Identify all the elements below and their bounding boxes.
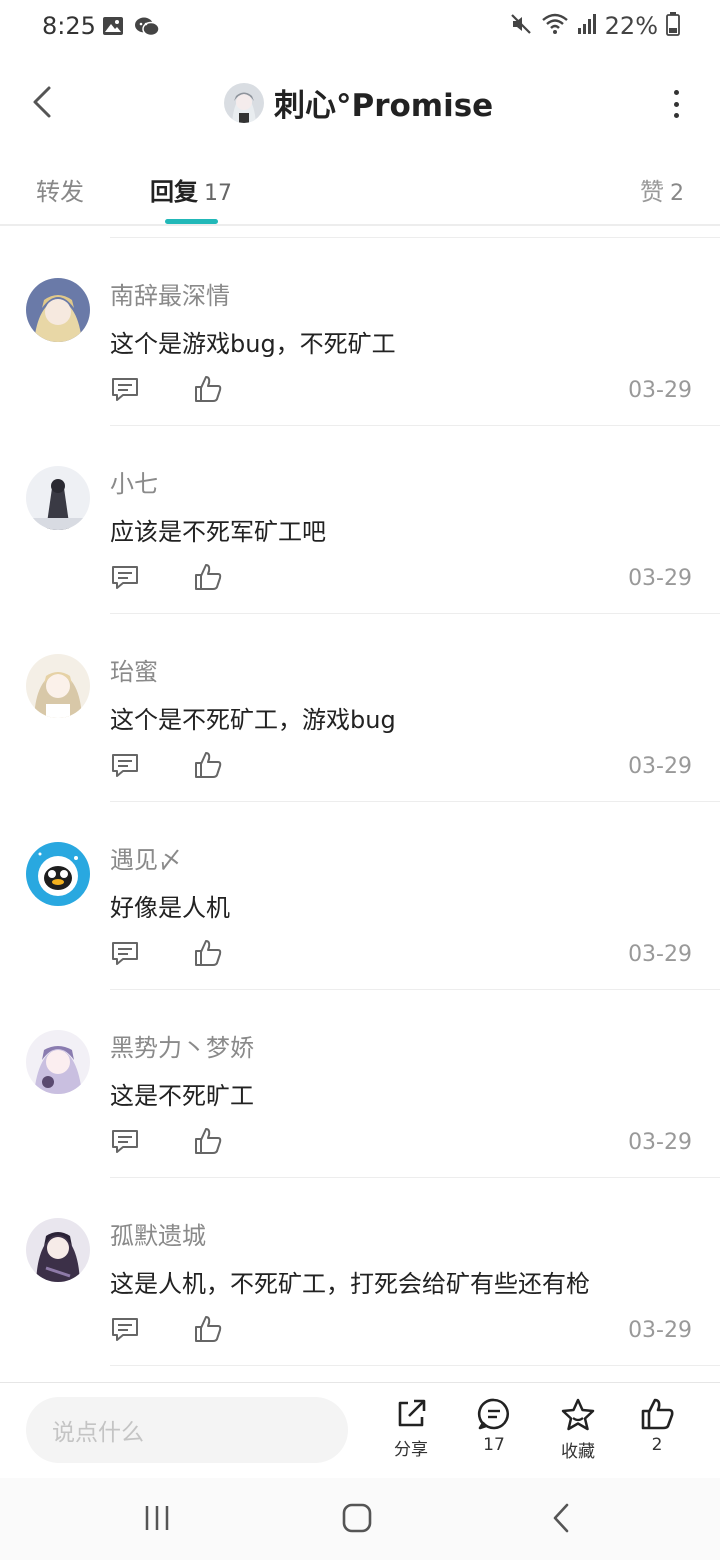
tab-reply-label: 回复 <box>150 178 198 206</box>
comment-input-placeholder: 说点什么 <box>52 1420 144 1446</box>
tab-reply[interactable]: 回复 17 <box>150 172 232 207</box>
thumbs-up-icon[interactable] <box>193 1126 223 1156</box>
comment-item[interactable]: 南辞最深情 这个是游戏bug，不死矿工 03-29 <box>0 238 720 426</box>
favorite-button[interactable]: 收藏 <box>543 1397 613 1462</box>
comment-count: 17 <box>483 1435 505 1455</box>
chevron-left-icon <box>553 1503 569 1533</box>
thumbs-up-icon[interactable] <box>193 1314 223 1344</box>
like-count: 2 <box>651 1435 663 1455</box>
comment-list: 南辞最深情 这个是游戏bug，不死矿工 03-29 小七 应该是不死军矿工吧 0… <box>0 238 720 1366</box>
page-title: 刺心°Promise <box>274 88 494 124</box>
comment-bubble-icon <box>477 1398 510 1430</box>
tab-like[interactable]: 赞2 <box>640 172 684 207</box>
tab-like-count: 2 <box>670 181 684 206</box>
reply-icon[interactable] <box>110 564 140 592</box>
comment-text: 这个是游戏bug，不死矿工 <box>110 330 396 358</box>
comment-text: 这是不死旷工 <box>110 1082 254 1110</box>
share-label: 分享 <box>394 1440 428 1460</box>
favorite-label: 收藏 <box>561 1442 595 1462</box>
thumbs-up-icon <box>641 1398 674 1430</box>
comment-item[interactable]: 孤默遗城 这是人机，不死矿工，打死会给矿有些还有枪 03-29 <box>0 1178 720 1366</box>
back-button[interactable] <box>22 78 62 126</box>
reply-icon[interactable] <box>110 1128 140 1156</box>
tab-active-indicator <box>165 219 218 224</box>
comment-date: 03-29 <box>628 1130 692 1155</box>
star-icon <box>561 1398 595 1431</box>
comment-text: 应该是不死军矿工吧 <box>110 518 326 546</box>
wechat-icon <box>134 16 160 42</box>
comment-item[interactable]: 珆蜜 这个是不死矿工，游戏bug 03-29 <box>0 614 720 802</box>
tab-forward-label: 转发 <box>36 178 84 206</box>
reply-icon[interactable] <box>110 940 140 968</box>
comment-date: 03-29 <box>628 754 692 779</box>
chevron-left-icon <box>33 86 51 118</box>
comment-author[interactable]: 小七 <box>110 464 158 499</box>
tab-forward[interactable]: 转发 <box>36 172 84 207</box>
thumbs-up-icon[interactable] <box>193 750 223 780</box>
reply-icon[interactable] <box>110 752 140 780</box>
like-button[interactable]: 2 <box>622 1397 692 1455</box>
system-nav-bar <box>0 1478 720 1560</box>
comment-date: 03-29 <box>628 942 692 967</box>
battery-icon <box>666 12 680 40</box>
avatar[interactable] <box>26 1218 90 1282</box>
recent-apps-icon <box>145 1506 169 1530</box>
comment-author[interactable]: 遇见〆 <box>110 840 182 875</box>
thumbs-up-icon[interactable] <box>193 374 223 404</box>
reply-icon[interactable] <box>110 376 140 404</box>
avatar[interactable] <box>26 278 90 342</box>
share-icon <box>398 1399 426 1427</box>
thumbs-up-icon[interactable] <box>193 938 223 968</box>
avatar[interactable] <box>26 842 90 906</box>
title-wrap[interactable]: 刺心°Promise <box>224 80 493 125</box>
status-bar: 8:25 22% <box>0 0 720 56</box>
comment-item[interactable]: 小七 应该是不死军矿工吧 03-29 <box>0 426 720 614</box>
tab-bar: 转发 回复 17 赞2 <box>0 160 720 226</box>
home-button[interactable] <box>340 1498 374 1538</box>
more-vertical-icon <box>673 90 679 95</box>
header: 刺心°Promise <box>0 60 720 144</box>
share-button[interactable]: 分享 <box>376 1397 446 1460</box>
comment-text: 好像是人机 <box>110 894 230 922</box>
image-icon <box>102 16 124 42</box>
tab-like-label: 赞 <box>640 178 664 206</box>
comment-date: 03-29 <box>628 566 692 591</box>
avatar[interactable] <box>26 654 90 718</box>
comment-date: 03-29 <box>628 378 692 403</box>
comment-text: 这个是不死矿工，游戏bug <box>110 706 396 734</box>
comment-input[interactable]: 说点什么 <box>26 1397 348 1463</box>
comment-author[interactable]: 孤默遗城 <box>110 1216 206 1251</box>
status-time: 8:25 <box>42 12 96 40</box>
author-avatar[interactable] <box>224 82 264 123</box>
battery-percent: 22% <box>604 12 658 40</box>
comment-author[interactable]: 珆蜜 <box>110 652 158 687</box>
wifi-icon <box>541 12 569 40</box>
signal-icon <box>577 13 597 39</box>
comment-text: 这是人机，不死矿工，打死会给矿有些还有枪 <box>110 1270 590 1298</box>
tab-reply-count: 17 <box>204 181 232 206</box>
thumbs-up-icon[interactable] <box>193 562 223 592</box>
avatar[interactable] <box>26 466 90 530</box>
reply-icon[interactable] <box>110 1316 140 1344</box>
comment-item[interactable]: 黑势力丶梦娇 这是不死旷工 03-29 <box>0 990 720 1178</box>
comment-author[interactable]: 黑势力丶梦娇 <box>110 1028 254 1063</box>
comment-item[interactable]: 遇见〆 好像是人机 03-29 <box>0 802 720 990</box>
comment-author[interactable]: 南辞最深情 <box>110 276 230 311</box>
recent-apps-button[interactable] <box>140 1498 174 1538</box>
comment-button[interactable]: 17 <box>459 1397 529 1455</box>
more-button[interactable] <box>666 86 686 122</box>
comment-date: 03-29 <box>628 1318 692 1343</box>
avatar[interactable] <box>26 1030 90 1094</box>
action-bar: 说点什么 分享 17 收藏 2 <box>0 1382 720 1478</box>
divider <box>110 1365 720 1366</box>
mute-icon <box>509 12 533 40</box>
home-icon <box>342 1503 372 1533</box>
system-back-button[interactable] <box>546 1498 576 1538</box>
